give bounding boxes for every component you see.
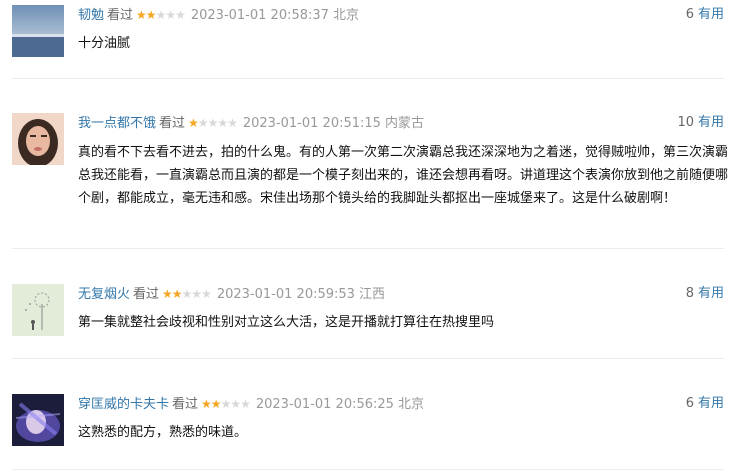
username-link[interactable]: 无复烟火 [78, 287, 130, 302]
comment-location: 北京 [332, 8, 359, 23]
username-link[interactable]: 穿匡威的卡夫卡 [78, 397, 169, 412]
username-link[interactable]: 韧勉 [78, 8, 104, 23]
avatar[interactable] [12, 284, 64, 336]
avatar[interactable] [12, 5, 64, 57]
rating-stars: ★★★★★ [136, 5, 186, 25]
useful-button[interactable]: 有用 [698, 396, 724, 411]
vote-count: 6 [685, 396, 694, 411]
vote-count: 10 [677, 115, 694, 130]
comment-text: 真的看不下去看不进去，拍的什么鬼。有的人第一次第二次演霸总我还深深地为之着迷，觉… [78, 145, 729, 206]
star-icon: ★ [201, 397, 212, 411]
useful-votes: 6 有用 [686, 5, 724, 25]
star-icon: ★ [220, 397, 232, 411]
star-icon: ★ [155, 8, 167, 22]
rating-stars: ★★★★★ [162, 284, 212, 304]
useful-votes: 10 有用 [677, 113, 724, 133]
star-icon: ★ [227, 116, 238, 130]
comment-time: 2023-01-01 20:56:25 [255, 397, 394, 412]
comment-text: 这熟悉的配方，熟悉的味道。 [78, 425, 248, 440]
vote-count: 6 [685, 7, 694, 22]
divider [12, 78, 724, 79]
rating-stars: ★★★★★ [201, 394, 251, 414]
star-icon: ★ [165, 8, 176, 22]
divider [12, 358, 724, 359]
comment-location: 北京 [397, 397, 424, 412]
divider [12, 248, 724, 249]
comment-meta: 我一点都不饿 看过 ★★★★★ 2023-01-01 20:51:15 内蒙古 [78, 113, 424, 133]
comment-time: 2023-01-01 20:51:15 [242, 116, 381, 131]
useful-button[interactable]: 有用 [698, 286, 724, 301]
useful-votes: 6 有用 [686, 394, 724, 414]
comment-time: 2023-01-01 20:58:37 [190, 8, 329, 23]
star-icon: ★ [188, 116, 199, 130]
comment-text: 第一集就整社会歧视和性别对立这么大活，这是开播就打算往在热搜里吗 [78, 315, 495, 330]
comment-time: 2023-01-01 20:59:53 [216, 287, 355, 302]
useful-button[interactable]: 有用 [698, 7, 724, 22]
star-icon: ★ [171, 287, 183, 301]
star-icon: ★ [175, 8, 186, 22]
star-icon: ★ [136, 8, 147, 22]
useful-button[interactable]: 有用 [698, 115, 724, 130]
comment-location: 江西 [358, 287, 385, 302]
username-link[interactable]: 我一点都不饿 [78, 116, 156, 131]
star-icon: ★ [210, 397, 222, 411]
star-icon: ★ [240, 397, 251, 411]
vote-count: 8 [685, 286, 694, 301]
comment-item: 韧勉 看过 ★★★★★ 2023-01-01 20:58:37 北京 6 有用 十分油腻 [0, 5, 754, 75]
useful-votes: 8 有用 [686, 284, 724, 304]
star-icon: ★ [181, 287, 193, 301]
star-icon: ★ [145, 8, 157, 22]
comment-item: 无复烟火 看过 ★★★★★ 2023-01-01 20:59:53 江西 8 有用 第一集… [0, 284, 754, 354]
comment-text: 十分油腻 [78, 36, 131, 51]
comment-item: 穿匡威的卡夫卡 看过 ★★★★★ 2023-01-01 20:56:25 北京 6 有用 … [0, 394, 754, 464]
watched-label: 看过 [107, 8, 134, 23]
star-icon: ★ [207, 116, 219, 130]
star-icon: ★ [197, 116, 209, 130]
star-icon: ★ [201, 287, 212, 301]
star-icon: ★ [162, 287, 173, 301]
star-icon: ★ [191, 287, 202, 301]
divider [12, 469, 724, 470]
avatar[interactable] [12, 394, 64, 446]
star-icon: ★ [217, 116, 228, 130]
comment-location: 内蒙古 [384, 116, 424, 131]
avatar[interactable] [12, 113, 64, 165]
comment-meta: 无复烟火 看过 ★★★★★ 2023-01-01 20:59:53 江西 [78, 284, 385, 304]
comment-meta: 韧勉 看过 ★★★★★ 2023-01-01 20:58:37 北京 [78, 5, 359, 25]
comment-meta: 穿匡威的卡夫卡 看过 ★★★★★ 2023-01-01 20:56:25 北京 [78, 394, 424, 414]
comment-item: 我一点都不饿 看过 ★★★★★ 2023-01-01 20:51:15 内蒙古 10 有用… [0, 113, 754, 223]
watched-label: 看过 [172, 397, 199, 412]
star-icon: ★ [230, 397, 241, 411]
watched-label: 看过 [133, 287, 160, 302]
rating-stars: ★★★★★ [188, 113, 238, 133]
watched-label: 看过 [159, 116, 186, 131]
